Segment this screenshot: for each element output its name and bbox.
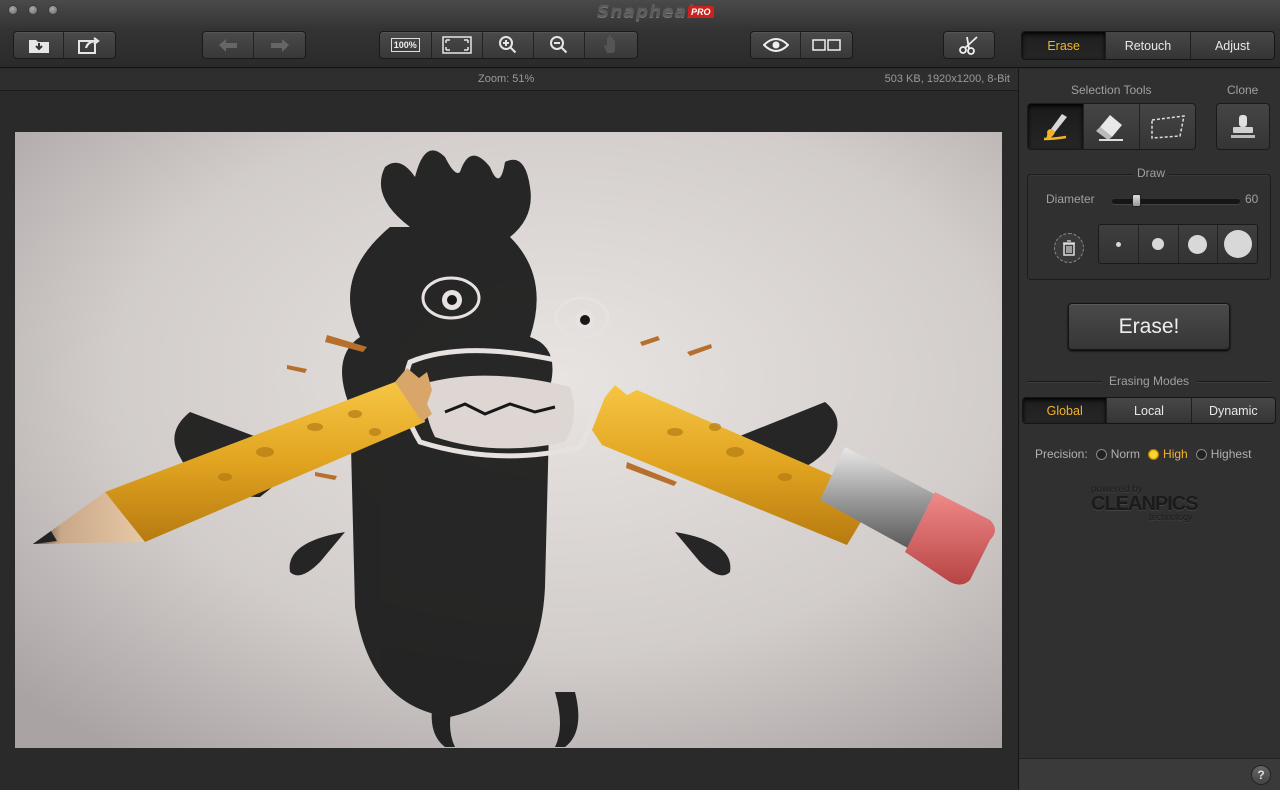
share-icon — [77, 37, 100, 54]
mode-tabs: Erase Retouch Adjust — [1021, 31, 1275, 60]
zoom-out-button[interactable] — [534, 32, 586, 58]
clone-label: Clone — [1227, 83, 1259, 97]
undo-arrow-icon — [219, 39, 237, 52]
view-button-group — [750, 31, 853, 59]
minimize-window-button[interactable] — [28, 5, 38, 15]
hand-icon — [604, 35, 616, 53]
redo-arrow-icon — [270, 39, 289, 52]
image-canvas[interactable] — [0, 91, 1018, 790]
brand-text: CLEANPICS — [1091, 493, 1199, 515]
snapheal-window: Snapheal PRO 100% Erase Retouch Adjust Z… — [0, 0, 1280, 790]
stamp-icon — [1231, 114, 1255, 138]
open-button[interactable] — [14, 32, 65, 58]
photo-image — [15, 132, 1002, 748]
precision-options: Precision: Norm High Highest — [1035, 447, 1251, 461]
brush-size-xlarge[interactable] — [1218, 225, 1257, 263]
brush-size-small[interactable] — [1099, 225, 1139, 263]
precision-label: Precision: — [1035, 447, 1088, 461]
draw-label: Draw — [1133, 166, 1170, 180]
lasso-tool-button[interactable] — [1140, 104, 1195, 149]
eraser-icon — [1095, 114, 1123, 141]
crop-button-group — [943, 31, 995, 59]
actual-size-button[interactable]: 100% — [380, 32, 432, 58]
actual-size-icon: 100% — [390, 38, 420, 52]
diameter-slider-knob[interactable] — [1132, 194, 1142, 207]
history-button-group — [202, 31, 306, 59]
polygon-lasso-icon — [1150, 114, 1185, 139]
split-view-icon — [811, 39, 841, 51]
file-button-group — [13, 31, 116, 59]
diameter-slider[interactable] — [1112, 199, 1240, 204]
dot-icon — [1188, 234, 1208, 254]
app-title: Snapheal — [597, 2, 694, 22]
technology-text: technology — [1149, 512, 1193, 522]
brush-tool-button[interactable] — [1028, 104, 1084, 149]
erase-button[interactable]: Erase! — [1068, 303, 1230, 350]
mode-global[interactable]: Global — [1023, 398, 1108, 423]
brush-size-presets — [1098, 224, 1258, 264]
tab-adjust[interactable]: Adjust — [1191, 32, 1274, 59]
open-folder-icon — [28, 40, 49, 53]
diameter-label: Diameter — [1046, 192, 1095, 206]
crop-button[interactable] — [944, 32, 994, 58]
info-bar: Zoom: 51% 503 KB, 1920x1200, 8-Bit — [0, 69, 1018, 91]
brush-size-medium[interactable] — [1139, 225, 1179, 263]
dot-icon — [1115, 241, 1121, 247]
mode-local[interactable]: Local — [1107, 398, 1192, 423]
redo-button[interactable] — [254, 32, 305, 58]
precision-highest-radio[interactable]: Highest — [1195, 447, 1252, 461]
radio-label: Norm — [1110, 447, 1141, 461]
eye-icon — [762, 38, 789, 52]
pro-badge: PRO — [688, 6, 714, 18]
toolbar: Snapheal PRO 100% Erase Retouch Adjust — [0, 0, 1280, 68]
erasing-modes-label: Erasing Modes — [1109, 374, 1190, 388]
precision-high-radio[interactable]: High — [1148, 447, 1188, 461]
brush-size-large[interactable] — [1179, 225, 1219, 263]
zoom-in-button[interactable] — [483, 32, 534, 58]
radio-icon — [1148, 448, 1160, 460]
undo-button[interactable] — [203, 32, 255, 58]
clone-stamp-button[interactable] — [1216, 103, 1270, 150]
zoom-level: Zoom: 51% — [478, 73, 535, 85]
photo[interactable] — [15, 132, 1002, 748]
file-info: 503 KB, 1920x1200, 8-Bit — [884, 73, 1010, 85]
erasing-modes: Global Local Dynamic — [1022, 397, 1276, 424]
eraser-tool-button[interactable] — [1084, 104, 1140, 149]
tab-retouch[interactable]: Retouch — [1106, 32, 1191, 59]
fit-screen-icon — [442, 36, 472, 54]
precision-norm-radio[interactable]: Norm — [1095, 447, 1141, 461]
diameter-value: 60 — [1245, 192, 1259, 206]
compare-button[interactable] — [801, 32, 852, 58]
zoom-button-group: 100% — [379, 31, 638, 59]
mode-dynamic[interactable]: Dynamic — [1192, 398, 1275, 423]
cleanpics-logo: powered by CLEANPICS technology — [1091, 484, 1199, 522]
radio-label: High — [1163, 447, 1188, 461]
panel-footer: ? — [1019, 758, 1280, 790]
tab-erase[interactable]: Erase — [1022, 32, 1107, 59]
zoom-out-icon — [550, 36, 568, 54]
close-window-button[interactable] — [8, 5, 18, 15]
radio-label: Highest — [1210, 447, 1252, 461]
radio-icon — [1195, 448, 1207, 460]
trash-icon — [1063, 240, 1075, 256]
erase-panel: Selection Tools Clone Draw Diameter 60 E… — [1018, 69, 1280, 790]
zoom-in-icon — [498, 36, 517, 54]
preview-button[interactable] — [751, 32, 802, 58]
scissors-icon — [959, 36, 978, 55]
divider — [1027, 381, 1102, 382]
brush-icon — [1043, 113, 1067, 140]
dot-icon — [1152, 238, 1165, 250]
selection-tools-label: Selection Tools — [1071, 83, 1152, 97]
dot-icon — [1223, 230, 1252, 258]
zoom-window-button[interactable] — [48, 5, 58, 15]
radio-icon — [1095, 448, 1107, 460]
fit-to-window-button[interactable] — [432, 32, 484, 58]
share-button[interactable] — [64, 32, 115, 58]
divider — [1197, 381, 1271, 382]
pan-button[interactable] — [585, 32, 637, 58]
selection-tools — [1027, 103, 1196, 150]
clear-selection-button[interactable] — [1054, 233, 1084, 263]
draw-settings: Diameter 60 — [1027, 174, 1271, 280]
help-button[interactable]: ? — [1251, 765, 1271, 785]
